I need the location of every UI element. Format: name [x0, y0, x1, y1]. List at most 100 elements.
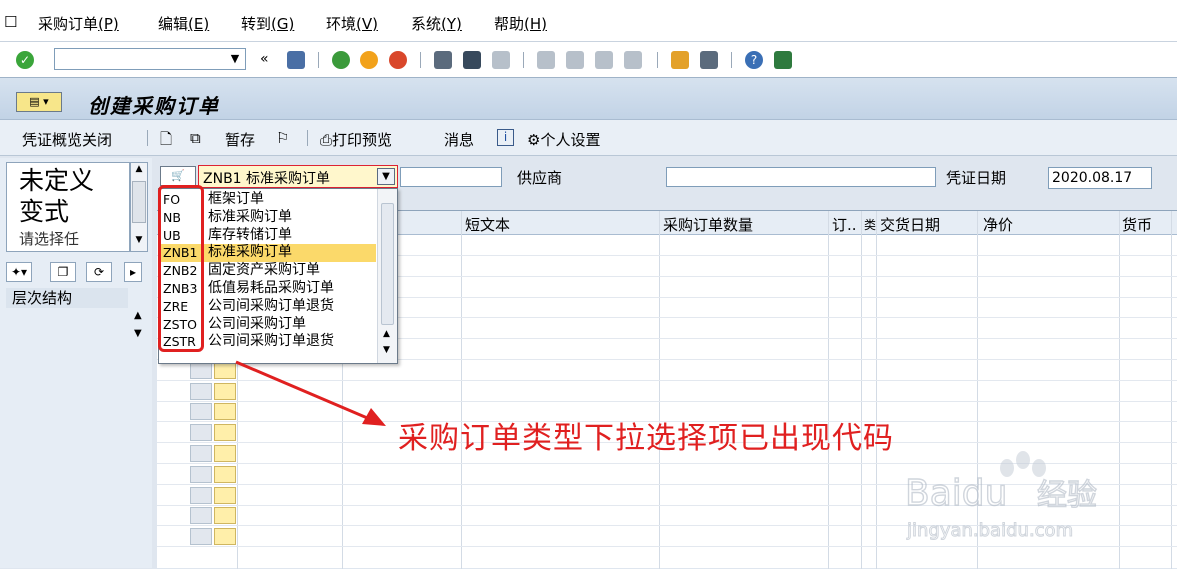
- watermark-suffix: 经验: [1037, 478, 1097, 513]
- dropdown-scrollbar[interactable]: ▲ ▼: [377, 189, 397, 363]
- other-document-icon[interactable]: ⧉: [190, 129, 201, 147]
- refresh-icon[interactable]: ⟳: [86, 262, 112, 282]
- print-icon[interactable]: [434, 51, 452, 69]
- menu-system[interactable]: 系统(Y): [411, 13, 462, 34]
- new-session-icon[interactable]: [671, 51, 689, 69]
- menu-help[interactable]: 帮助(H): [494, 13, 547, 34]
- row-input-cell[interactable]: [214, 507, 236, 525]
- command-field[interactable]: ▼: [54, 48, 246, 70]
- find-next-icon[interactable]: [492, 51, 510, 69]
- code-highlight-box: [158, 185, 204, 352]
- previous-page-icon[interactable]: [566, 51, 584, 69]
- new-document-icon[interactable]: 🗋: [160, 129, 172, 154]
- menu-goto[interactable]: 转到(G): [241, 13, 294, 34]
- menu-edit[interactable]: 编辑(E): [158, 13, 209, 34]
- personal-settings-button[interactable]: ⚙个人设置: [527, 129, 600, 150]
- variant-line2: 变式: [19, 197, 70, 226]
- layout-menu-icon[interactable]: [774, 51, 792, 69]
- column-header[interactable]: 订..: [832, 214, 857, 235]
- menu-label: 转到: [241, 15, 272, 33]
- menu-exit-icon[interactable]: ☐: [4, 13, 17, 31]
- document-type-select[interactable]: ZNB1 标准采购订单 ▼: [198, 165, 398, 188]
- menu-purchase-order[interactable]: 采购订单(P): [38, 13, 119, 34]
- left-panel: 未定义 变式 请选择任 ▲ ▼ ✦▾ ❐ ⟳ ▸ 层次结构 ▲ ▼: [0, 158, 152, 568]
- menu-key: (P): [98, 15, 119, 33]
- more-icon[interactable]: ▸: [124, 262, 142, 282]
- option-text: 公司间采购订单退货: [208, 333, 334, 350]
- column-header[interactable]: 短文本: [465, 214, 510, 235]
- last-page-icon[interactable]: [624, 51, 642, 69]
- cancel-icon[interactable]: [389, 51, 407, 69]
- back-icon[interactable]: [332, 51, 350, 69]
- menu-label: 采购订单: [38, 15, 99, 33]
- scroll-up-icon[interactable]: ▲: [383, 329, 390, 339]
- cart-icon[interactable]: 🛒: [160, 166, 196, 186]
- enter-check-icon[interactable]: ✓: [16, 51, 34, 69]
- variant-line1: 未定义: [19, 166, 95, 195]
- help-icon[interactable]: ?: [745, 51, 763, 69]
- shortcut-icon[interactable]: [700, 51, 718, 69]
- column-header[interactable]: 货币: [1122, 214, 1152, 235]
- document-date-field[interactable]: 2020.08.17: [1048, 167, 1152, 189]
- find-icon[interactable]: [463, 51, 481, 69]
- copy-icon[interactable]: ❐: [50, 262, 76, 282]
- standard-toolbar: ✓ ▼ « ?: [0, 42, 1177, 78]
- po-number-field[interactable]: [400, 167, 502, 187]
- column-header[interactable]: 净价: [983, 214, 1013, 235]
- toolbar-separator: [731, 52, 732, 68]
- column-header[interactable]: 交货日期: [880, 214, 940, 235]
- scroll-thumb[interactable]: [381, 203, 394, 325]
- document-date-label: 凭证日期: [946, 169, 1007, 187]
- document-overview-close-button[interactable]: 凭证概览关闭: [22, 129, 112, 150]
- save-icon[interactable]: [287, 51, 305, 69]
- document-type-value: ZNB1 标准采购订单: [203, 171, 331, 187]
- baidu-watermark: Baidu 经验 jingyan.baidu.com: [905, 451, 1098, 542]
- scroll-down-icon[interactable]: ▼: [132, 235, 146, 249]
- next-page-icon[interactable]: [595, 51, 613, 69]
- hierarchy-header: 层次结构: [6, 288, 128, 308]
- row-selector[interactable]: [190, 465, 212, 483]
- info-icon[interactable]: i: [497, 129, 514, 146]
- check-icon[interactable]: ⚐: [276, 129, 289, 147]
- vendor-field[interactable]: [666, 167, 936, 187]
- messages-button[interactable]: 消息: [444, 129, 474, 150]
- exit-icon[interactable]: [360, 51, 378, 69]
- chevron-down-icon[interactable]: ▼: [377, 168, 395, 185]
- option-text: 框架订单: [208, 191, 264, 207]
- first-page-icon[interactable]: [537, 51, 555, 69]
- chevron-down-icon[interactable]: ▼: [226, 50, 244, 68]
- personal-settings-label: 个人设置: [540, 131, 601, 149]
- find-icon[interactable]: ✦▾: [6, 262, 32, 282]
- column-header[interactable]: 采购订单数量: [663, 214, 753, 235]
- scroll-down-icon[interactable]: ▼: [134, 328, 142, 339]
- option-text: 标准采购订单: [208, 208, 292, 225]
- scroll-up-icon[interactable]: ▲: [132, 164, 146, 178]
- menu-environment[interactable]: 环境(V): [326, 13, 378, 34]
- option-text: 低值易耗品采购订单: [208, 280, 334, 296]
- menu-dropdown-icon[interactable]: ▤ ▾: [16, 92, 62, 112]
- scroll-thumb[interactable]: [132, 181, 146, 223]
- toolbar-separator: [318, 52, 319, 68]
- variant-selector[interactable]: 未定义 变式 请选择任: [6, 162, 130, 252]
- menu-key: (G): [271, 15, 295, 33]
- watermark-url: jingyan.baidu.com: [906, 520, 1073, 541]
- row-selector[interactable]: [190, 528, 212, 546]
- watermark-brand: Baidu: [905, 473, 1007, 514]
- option-text: 公司间采购订单退货: [208, 297, 334, 314]
- scroll-up-icon[interactable]: ▲: [134, 310, 142, 321]
- print-preview-icon: ⎙: [320, 131, 333, 149]
- print-preview-button[interactable]: ⎙打印预览: [320, 129, 392, 150]
- grid-line: [828, 211, 829, 569]
- row-input-cell[interactable]: [214, 465, 236, 483]
- column-header[interactable]: 类: [864, 216, 876, 233]
- menu-key: (Y): [441, 15, 462, 33]
- variant-scrollbar[interactable]: ▲ ▼: [130, 162, 148, 252]
- row-selector[interactable]: [190, 486, 212, 504]
- hold-button[interactable]: 暂存: [225, 129, 255, 150]
- toolbar-separator: [307, 130, 308, 146]
- row-input-cell[interactable]: [214, 528, 236, 546]
- menu-key: (H): [524, 15, 547, 33]
- row-selector[interactable]: [190, 507, 212, 525]
- toolbar-separator: [147, 130, 148, 146]
- row-input-cell[interactable]: [214, 486, 236, 504]
